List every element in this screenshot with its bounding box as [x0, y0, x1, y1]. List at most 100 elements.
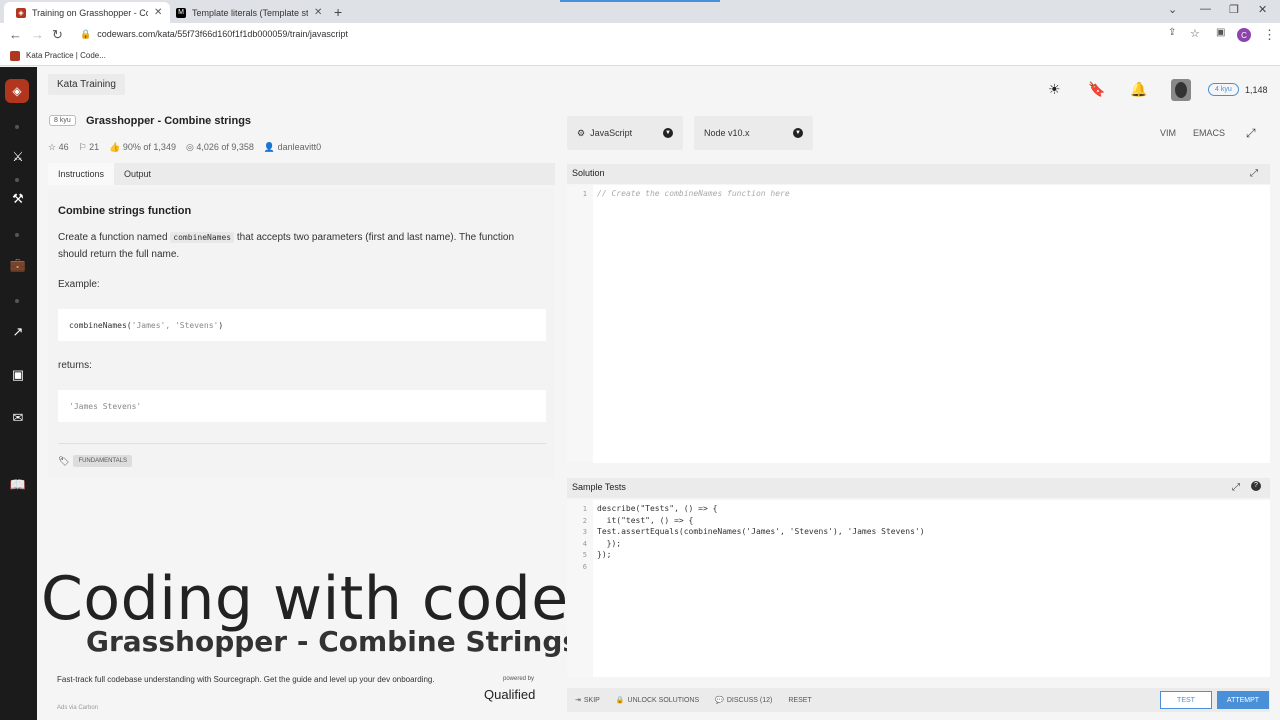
test-code-line[interactable]: it("test", () => { [597, 516, 694, 525]
test-code-line[interactable]: Test.assertEquals(combineNames('James', … [597, 527, 925, 536]
comments-icon: 💬 [715, 697, 724, 704]
minimize-icon[interactable]: — [1200, 3, 1211, 15]
lock-icon: 🔒 [80, 29, 92, 39]
attempt-button[interactable]: ATTEMPT [1217, 691, 1269, 709]
line-number: 1 [582, 505, 587, 513]
ad-text[interactable]: Fast-track full codebase understanding w… [57, 675, 437, 685]
returns-label: returns: [58, 360, 92, 371]
returns-code-block: 'James Stevens' [58, 390, 546, 422]
reload-icon[interactable]: ↻ [52, 27, 63, 43]
forward-icon[interactable]: → [31, 27, 44, 42]
bookmarks-icon[interactable]: 🔖 [1088, 81, 1105, 98]
notifications-bell-icon[interactable]: 🔔 [1130, 81, 1147, 98]
bookmark-star-icon[interactable]: ☆ [1190, 27, 1200, 40]
bookmark-kata-practice[interactable]: Kata Practice | Code... [26, 51, 106, 60]
thumbs-up-icon: 👍 [109, 142, 123, 152]
kata-rank-badge: 8 kyu [49, 115, 76, 126]
chat-icon[interactable]: ✉ [8, 408, 28, 428]
description-heading: Combine strings function [58, 205, 192, 217]
solution-header: Solution [567, 164, 1270, 184]
author-stat[interactable]: 👤 danleavitt0 [264, 142, 321, 153]
user-avatar[interactable] [1171, 79, 1191, 101]
restore-icon[interactable]: ❐ [1229, 3, 1239, 16]
share-icon[interactable]: ⇪ [1168, 27, 1176, 38]
user-kyu-badge[interactable]: 4 kyu [1208, 83, 1239, 96]
kata-title: Grasshopper - Combine strings [86, 115, 252, 127]
sample-tests-header: Sample Tests [567, 478, 1270, 498]
collections-stat[interactable]: ⚐ 21 [79, 142, 100, 153]
help-icon[interactable]: ? [1251, 481, 1261, 491]
test-button[interactable]: TEST [1160, 691, 1212, 709]
bookmarks-bar: Kata Practice | Code... [0, 46, 1280, 66]
nav-dot [15, 125, 19, 129]
loading-strip [560, 0, 720, 2]
line-number: 5 [582, 551, 587, 559]
editor-gutter [567, 185, 593, 463]
emacs-mode-toggle[interactable]: EMACS [1193, 128, 1225, 138]
sample-tests-editor[interactable]: 1 2 3 4 5 6 describe("Tests", () => { it… [567, 500, 1270, 677]
close-tab-icon[interactable]: ✕ [314, 7, 322, 18]
mdn-favicon-icon: M [176, 7, 186, 18]
unlock-solutions-button[interactable]: 🔒 UNLOCK SOLUTIONS [608, 696, 707, 705]
tests-expand-icon[interactable]: ⤢ [1232, 482, 1240, 493]
kata-training-label[interactable]: Kata Training [48, 74, 125, 95]
leaderboard-icon[interactable]: ↗ [8, 322, 28, 342]
user-honor: 1,148 [1245, 85, 1268, 95]
line-number: 2 [582, 517, 587, 525]
tab-instructions[interactable]: Instructions [48, 163, 115, 185]
back-icon[interactable]: ← [9, 27, 22, 42]
line-number: 3 [582, 528, 587, 536]
url-input[interactable]: 🔒 codewars.com/kata/55f73f66d160f1f1db000… [80, 29, 348, 40]
training-icon[interactable]: ⚔ [8, 147, 28, 167]
browser-tab-mdn[interactable]: M Template literals (Template strings) -… [164, 2, 330, 23]
kata-stats: ☆ 46 ⚐ 21 👍 90% of 1,349 ◎ 4,026 of 9,35… [48, 142, 321, 153]
theme-toggle-icon[interactable]: ☀ [1048, 81, 1061, 98]
line-number: 6 [582, 563, 587, 571]
briefcase-icon[interactable]: 💼 [8, 255, 28, 275]
docs-book-icon[interactable]: 📖 [8, 475, 28, 495]
codewars-logo-icon[interactable]: ◈ [5, 79, 29, 103]
qualified-logo[interactable]: Qualified [484, 687, 535, 702]
description-divider [58, 443, 546, 444]
tag-fundamentals[interactable]: FUNDAMENTALS [73, 455, 132, 467]
profile-avatar[interactable]: C [1237, 28, 1251, 42]
test-code-line[interactable]: }); [597, 539, 621, 548]
line-number: 1 [582, 190, 587, 198]
bookmark-icon: ⚐ [78, 142, 90, 152]
language-select[interactable]: ⚙ JavaScript ▼ [567, 116, 683, 150]
example-label: Example: [58, 279, 100, 290]
close-tab-icon[interactable]: ✕ [154, 7, 162, 18]
solution-code-line[interactable]: // Create the combineNames function here [597, 189, 790, 198]
description-tabs: Instructions Output [48, 163, 555, 185]
user-icon: 👤 [263, 142, 278, 152]
tag-row: 🏷 FUNDAMENTALS [58, 455, 132, 467]
skip-button[interactable]: ⇥ SKIP [567, 696, 608, 705]
main-content: Kata Training 8 kyu Grasshopper - Combin… [37, 67, 1280, 720]
stars-stat[interactable]: ☆ 46 [48, 142, 69, 153]
browser-menu-icon[interactable]: ⋮ [1263, 27, 1276, 43]
test-code-line[interactable]: describe("Tests", () => { [597, 504, 717, 513]
solution-editor[interactable]: 1 // Create the combineNames function he… [567, 185, 1270, 463]
tab-output[interactable]: Output [114, 163, 161, 185]
fullscreen-icon[interactable]: ⤢ [1246, 126, 1256, 141]
new-tab-icon[interactable]: + [334, 4, 342, 20]
ad-via[interactable]: Ads via Carbon [57, 705, 98, 711]
runtime-select[interactable]: Node v10.x ▼ [694, 116, 813, 150]
discuss-button[interactable]: 💬 DISCUSS (12) [707, 696, 780, 705]
solution-expand-icon[interactable]: ⤢ [1250, 168, 1258, 179]
practice-icon[interactable]: ⚒ [8, 189, 28, 209]
editor-gutter [567, 500, 593, 677]
sidepanel-icon[interactable]: ▣ [1216, 27, 1225, 38]
tab-search-icon[interactable]: ⌄ [1168, 3, 1177, 16]
vim-mode-toggle[interactable]: VIM [1160, 128, 1176, 138]
discord-icon[interactable]: ▣ [8, 365, 28, 385]
action-bar: ⇥ SKIP 🔒 UNLOCK SOLUTIONS 💬 DISCUSS (12) RE… [567, 688, 1270, 712]
carbon-ad[interactable]: Fast-track full codebase understanding w… [48, 671, 555, 715]
codewars-favicon-icon [10, 50, 20, 61]
reset-button[interactable]: RESET [780, 697, 819, 704]
browser-tab-codewars[interactable]: ◈ Training on Grasshopper - Combine stri… [4, 2, 171, 23]
window-close-icon[interactable]: ✕ [1258, 3, 1267, 16]
nav-dot [15, 178, 19, 182]
description-paragraph: Create a function named combineNames tha… [58, 232, 515, 260]
test-code-line[interactable]: }); [597, 550, 611, 559]
